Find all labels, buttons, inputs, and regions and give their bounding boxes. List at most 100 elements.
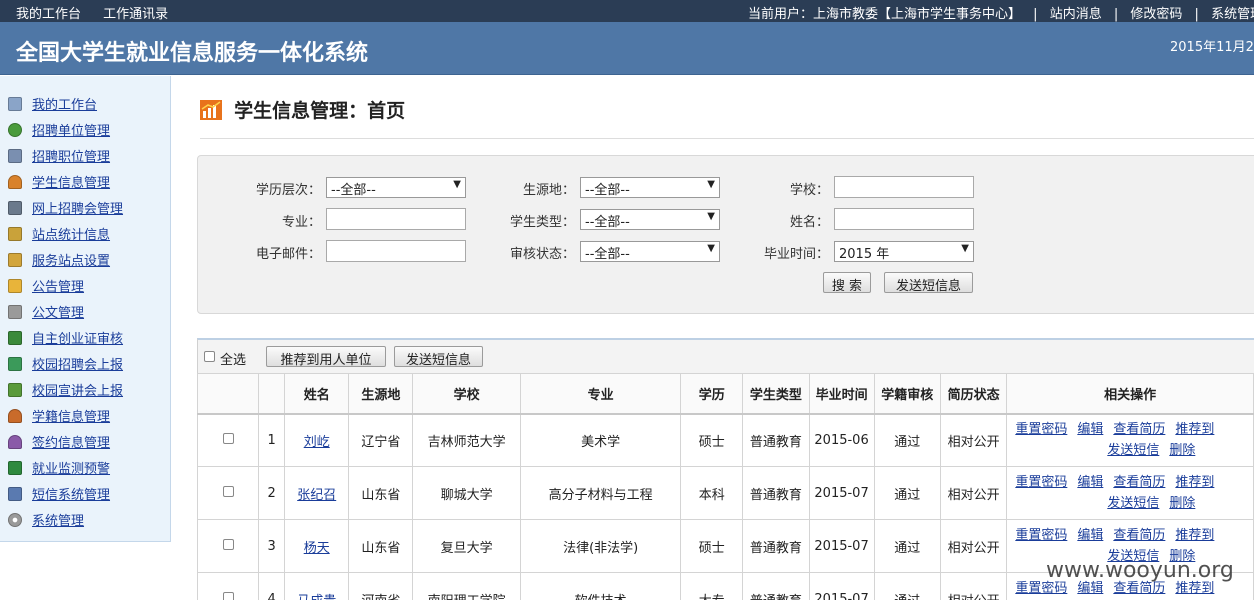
- send-sms-link[interactable]: 发送短信: [1107, 443, 1159, 458]
- education-select[interactable]: --全部-- ▼: [326, 177, 466, 198]
- monitor-icon: [8, 461, 22, 475]
- row-index: 1: [258, 413, 286, 467]
- select-all-checkbox[interactable]: [204, 351, 215, 362]
- sidebar-item-6[interactable]: 服务站点设置: [8, 250, 110, 269]
- workbench-icon: [8, 97, 22, 111]
- origin-label: 生源地：: [522, 183, 575, 198]
- sidebar-item-10[interactable]: 校园招聘会上报: [8, 354, 123, 373]
- site-messages-link[interactable]: 站内消息: [1050, 7, 1102, 22]
- sidebar-item-15[interactable]: 短信系统管理: [8, 484, 110, 503]
- change-password-link[interactable]: 修改密码: [1130, 7, 1182, 22]
- origin-select-value: --全部--: [585, 183, 630, 198]
- view-resume-link[interactable]: 查看简历: [1113, 581, 1165, 596]
- student-type-select-value: --全部--: [585, 215, 630, 230]
- title-divider: [200, 138, 1254, 139]
- sidebar-item-8[interactable]: 公文管理: [8, 302, 84, 321]
- row-index: 4: [258, 572, 286, 600]
- reset-password-link[interactable]: 重置密码: [1015, 528, 1067, 543]
- name-input[interactable]: [834, 208, 974, 230]
- row-resume-status: 相对公开: [939, 572, 1008, 600]
- recommend-link[interactable]: 推荐到: [1175, 528, 1214, 543]
- email-input[interactable]: [326, 240, 466, 262]
- student-name-link[interactable]: 刘屹: [304, 435, 330, 450]
- recommend-to-employer-button[interactable]: 推荐到用人单位: [266, 346, 386, 368]
- student-type-select[interactable]: --全部-- ▼: [580, 209, 720, 230]
- grad-time-select[interactable]: 2015 年 ▼: [834, 241, 974, 262]
- row-student-type: 普通教育: [742, 413, 810, 467]
- sidebar-item-3[interactable]: 学生信息管理: [8, 172, 110, 191]
- table-header-row: 姓名 生源地 学校 专业 学历 学生类型 毕业时间 学籍审核 简历状态 相关操作: [196, 373, 1254, 415]
- sidebar-item-label: 公告管理: [32, 280, 85, 295]
- sidebar-item-13[interactable]: 签约信息管理: [8, 432, 111, 451]
- row-index: 2: [258, 466, 286, 520]
- batch-send-sms-button[interactable]: 发送短信息: [394, 346, 483, 368]
- sidebar-item-label: 网上招聘会管理: [32, 202, 124, 217]
- row-enrollment-review: 通过: [873, 413, 941, 467]
- sidebar-item-label: 站点统计信息: [32, 228, 111, 243]
- sidebar-item-4[interactable]: 网上招聘会管理: [8, 198, 124, 217]
- sidebar-item-11[interactable]: 校园宣讲会上报: [8, 380, 123, 399]
- student-name-link[interactable]: 张纪召: [297, 488, 336, 503]
- row-checkbox[interactable]: [222, 432, 234, 444]
- globe-icon: [8, 123, 22, 137]
- row-enrollment-review: 通过: [873, 572, 941, 600]
- top-bar-left-links: 我的工作台 工作通讯录: [16, 3, 186, 22]
- row-enrollment-review: 通过: [873, 466, 941, 520]
- my-workbench-link[interactable]: 我的工作台: [16, 7, 81, 22]
- send-sms-link[interactable]: 发送短信: [1107, 496, 1159, 511]
- delete-link[interactable]: 删除: [1169, 443, 1195, 458]
- sidebar-item-label: 签约信息管理: [32, 436, 111, 451]
- recommend-link[interactable]: 推荐到: [1175, 475, 1214, 490]
- student-name-link[interactable]: 杨天: [304, 541, 330, 556]
- edit-link[interactable]: 编辑: [1077, 581, 1103, 596]
- sidebar-item-2[interactable]: 招聘职位管理: [8, 146, 110, 165]
- sidebar-item-5[interactable]: 站点统计信息: [8, 224, 111, 243]
- system-admin-link[interactable]: 系统管理: [1211, 7, 1254, 22]
- column-header-index: [258, 373, 286, 415]
- table-row: 2 张纪召 山东省 聊城大学 高分子材料与工程 本科 普通教育 2015-07 通过 相对公开 重置…: [196, 466, 1254, 520]
- row-school: 复旦大学: [412, 519, 521, 573]
- search-button[interactable]: 搜 索: [823, 272, 871, 294]
- row-grad-time: 2015-07: [808, 572, 875, 600]
- row-checkbox[interactable]: [222, 538, 234, 550]
- edit-link[interactable]: 编辑: [1077, 422, 1103, 437]
- delete-link[interactable]: 删除: [1169, 496, 1195, 511]
- recommend-link[interactable]: 推荐到: [1175, 422, 1214, 437]
- reset-password-link[interactable]: 重置密码: [1015, 581, 1067, 596]
- contacts-link[interactable]: 工作通讯录: [103, 7, 168, 22]
- student-icon: [8, 409, 22, 423]
- sidebar-item-0[interactable]: 我的工作台: [8, 94, 97, 113]
- row-origin: 山东省: [348, 466, 414, 520]
- review-status-select[interactable]: --全部-- ▼: [580, 241, 720, 262]
- row-checkbox[interactable]: [222, 591, 234, 600]
- sidebar-item-1[interactable]: 招聘单位管理: [8, 120, 111, 139]
- row-origin: 辽宁省: [348, 413, 414, 467]
- view-resume-link[interactable]: 查看简历: [1113, 528, 1165, 543]
- view-resume-link[interactable]: 查看简历: [1113, 422, 1165, 437]
- reset-password-link[interactable]: 重置密码: [1015, 475, 1067, 490]
- row-checkbox[interactable]: [222, 485, 234, 497]
- edit-link[interactable]: 编辑: [1077, 475, 1103, 490]
- sidebar-item-9[interactable]: 自主创业证审核: [8, 328, 123, 347]
- student-type-label: 学生类型：: [509, 215, 575, 230]
- sidebar-item-16[interactable]: 系统管理: [8, 510, 84, 529]
- watermark: www.wooyun.org: [1046, 558, 1234, 583]
- sidebar-item-label: 招聘单位管理: [32, 124, 111, 139]
- major-input[interactable]: [326, 208, 466, 230]
- sidebar-item-12[interactable]: 学籍信息管理: [8, 406, 110, 425]
- view-resume-link[interactable]: 查看简历: [1113, 475, 1165, 490]
- send-sms-button[interactable]: 发送短信息: [884, 272, 973, 294]
- recommend-link[interactable]: 推荐到: [1175, 581, 1214, 596]
- row-select-cell: [196, 519, 260, 573]
- reset-password-link[interactable]: 重置密码: [1015, 422, 1067, 437]
- row-student-type: 普通教育: [742, 572, 810, 600]
- chart-icon: [200, 100, 222, 120]
- edit-link[interactable]: 编辑: [1077, 528, 1103, 543]
- row-origin: 山东省: [348, 519, 414, 573]
- sidebar-item-14[interactable]: 就业监测预警: [8, 458, 110, 477]
- student-name-link[interactable]: 马成贵: [297, 594, 336, 600]
- name-label: 姓名：: [789, 215, 829, 230]
- origin-select[interactable]: --全部-- ▼: [580, 177, 720, 198]
- sidebar-item-7[interactable]: 公告管理: [8, 276, 85, 295]
- school-input[interactable]: [834, 176, 974, 198]
